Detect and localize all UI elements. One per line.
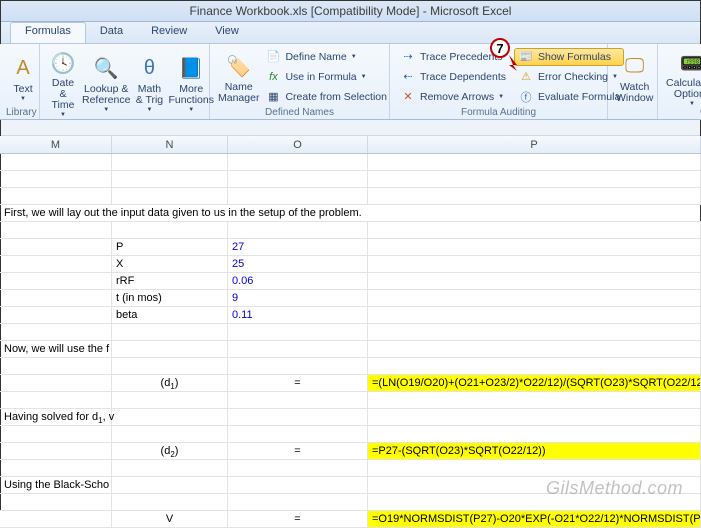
lookup-button[interactable]: 🔍 Lookup & Reference ▼	[80, 52, 132, 113]
calc-group-label: Calc	[664, 107, 701, 119]
text-icon: A	[8, 54, 38, 84]
remove-arrows-icon: ✕	[400, 89, 416, 105]
tab-data[interactable]: Data	[86, 22, 137, 43]
cell-d2-label[interactable]: (d2)	[112, 443, 228, 459]
date-time-button[interactable]: 🕓 Date & Time ▼	[46, 46, 80, 118]
watch-icon: 🖵	[620, 52, 650, 82]
more-label: More Functions	[168, 84, 214, 106]
cell-X-val[interactable]: 25	[228, 256, 368, 272]
cell-now[interactable]: Now, we will use the f	[0, 341, 112, 357]
formula-auditing-label: Formula Auditing	[396, 107, 601, 119]
col-P[interactable]: P	[368, 136, 701, 153]
cell-intro[interactable]: First, we will lay out the input data gi…	[0, 205, 701, 221]
chevron-down-icon: ▼	[146, 107, 152, 113]
book-icon: 📘	[176, 54, 206, 84]
remove-arrows-button[interactable]: ✕ Remove Arrows ▼	[396, 88, 510, 106]
more-functions-button[interactable]: 📘 More Functions ▼	[166, 52, 216, 113]
ribbon-tabs: Formulas Data Review View	[0, 22, 701, 44]
trace-dependents-button[interactable]: ⇠ Trace Dependents	[396, 68, 510, 86]
worksheet[interactable]: M N O P First, we will lay out the input…	[0, 136, 701, 528]
cell-r-label[interactable]: rRF	[112, 273, 228, 289]
use-label: Use in Formula	[285, 71, 356, 83]
cell-V-formula[interactable]: =O19*NORMSDIST(P27)-O20*EXP(-O21*O22/12)…	[368, 511, 701, 527]
col-O[interactable]: O	[228, 136, 368, 153]
define-label: Define Name	[285, 51, 346, 63]
tag-icon: 🏷️	[224, 52, 254, 82]
precedents-icon: ⇢	[400, 49, 416, 65]
cell-eq-d1[interactable]: =	[228, 375, 368, 391]
col-N[interactable]: N	[112, 136, 228, 153]
cell-P-label[interactable]: P	[112, 239, 228, 255]
date-label: Date & Time	[48, 78, 78, 111]
calc-options-button[interactable]: 📟 Calculation Options ▼	[664, 46, 701, 107]
use-formula-button[interactable]: fx Use in Formula ▼	[261, 68, 391, 86]
create-label: Create from Selection	[285, 91, 387, 103]
defined-names-label: Defined Names	[216, 107, 383, 119]
name-manager-label: Name Manager	[218, 82, 259, 104]
text-label: Text	[13, 84, 32, 95]
cell-t-label[interactable]: t (in mos)	[112, 290, 228, 306]
col-M[interactable]: M	[0, 136, 112, 153]
tab-review[interactable]: Review	[137, 22, 201, 43]
ribbon: 7 A Text ▼ Library 🕓 Date & Time ▼ 🔍 Loo…	[0, 44, 701, 120]
cell-P-val[interactable]: 27	[228, 239, 368, 255]
fx-icon: fx	[265, 69, 281, 85]
cell-d1-label[interactable]: (d1)	[112, 375, 228, 391]
text-button[interactable]: A Text ▼	[6, 52, 40, 102]
chevron-down-icon: ▼	[351, 54, 357, 60]
cell-d2-formula[interactable]: =P27-(SQRT(O23)*SQRT(O22/12))	[368, 443, 701, 459]
cell-r-val[interactable]: 0.06	[228, 273, 368, 289]
chevron-down-icon: ▼	[103, 107, 109, 113]
cell-eq-V[interactable]: =	[228, 511, 368, 527]
title-bar: Finance Workbook.xls [Compatibility Mode…	[0, 0, 701, 22]
tab-formulas[interactable]: Formulas	[10, 22, 86, 43]
cell-eq-d2[interactable]: =	[228, 443, 368, 459]
cell-t-val[interactable]: 9	[228, 290, 368, 306]
watch-window-button[interactable]: 🖵 Watch Window	[614, 50, 655, 104]
cell-d1-formula[interactable]: =(LN(O19/O20)+(O21+O23/2)*O22/12)/(SQRT(…	[368, 375, 701, 391]
clock-icon: 🕓	[48, 48, 78, 78]
tab-view[interactable]: View	[201, 22, 253, 43]
chevron-down-icon: ▼	[361, 74, 367, 80]
evaluate-icon: ⓕ	[518, 89, 534, 105]
define-name-button[interactable]: 📄 Define Name ▼	[261, 48, 391, 66]
watch-label: Watch Window	[616, 82, 653, 104]
cell-black-scholes[interactable]: Using the Black-Scho	[0, 477, 112, 493]
chevron-down-icon: ▼	[20, 96, 26, 102]
theta-icon: θ	[134, 54, 164, 84]
calc-icon: 📟	[677, 48, 701, 78]
cell-beta-val[interactable]: 0.11	[228, 307, 368, 323]
define-icon: 📄	[265, 49, 281, 65]
dependents-icon: ⇠	[400, 69, 416, 85]
lookup-label: Lookup & Reference	[82, 84, 130, 106]
grid-icon: ▦	[265, 89, 281, 105]
name-manager-button[interactable]: 🏷️ Name Manager	[216, 50, 261, 104]
dependents-label: Trace Dependents	[420, 71, 506, 83]
cell-solved[interactable]: Having solved for d1, v	[0, 409, 112, 425]
callout-number: 7	[490, 38, 510, 58]
calc-label: Calculation Options	[666, 78, 701, 100]
cell-X-label[interactable]: X	[112, 256, 228, 272]
remove-label: Remove Arrows	[420, 91, 494, 103]
error-label: Error Checking	[538, 71, 608, 83]
column-headers: M N O P	[0, 136, 701, 154]
cell-V-label[interactable]: V	[112, 511, 228, 527]
math-button[interactable]: θ Math & Trig ▼	[132, 52, 166, 113]
chevron-down-icon: ▼	[188, 107, 194, 113]
math-label: Math & Trig	[134, 84, 164, 106]
cell-beta-label[interactable]: beta	[112, 307, 228, 323]
lookup-icon: 🔍	[91, 54, 121, 84]
show-formulas-label: Show Formulas	[538, 51, 611, 63]
step-callout: 7	[490, 38, 510, 58]
library-group-label: Library	[6, 107, 33, 119]
chevron-down-icon: ▼	[498, 94, 504, 100]
create-selection-button[interactable]: ▦ Create from Selection	[261, 88, 391, 106]
